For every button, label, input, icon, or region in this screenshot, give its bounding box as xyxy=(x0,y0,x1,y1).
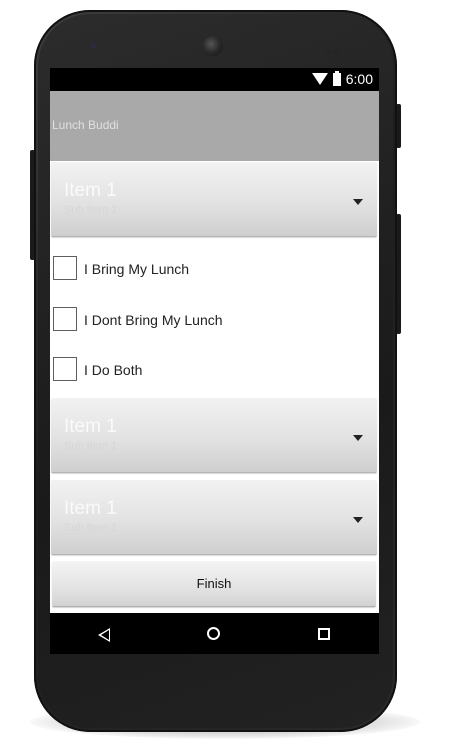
status-time: 6:00 xyxy=(345,71,373,87)
dropdown-arrow-icon xyxy=(353,517,363,523)
dropdown-arrow-icon xyxy=(353,435,363,441)
spinner-1[interactable]: Item 1 Sub Item 1 xyxy=(51,162,377,237)
spinner-sub-item: Sub Item 1 xyxy=(64,440,118,452)
checkbox-label: I Dont Bring My Lunch xyxy=(84,312,223,328)
spinner-sub-item: Sub Item 1 xyxy=(64,204,118,216)
sensor-dots-icon xyxy=(326,41,346,54)
finish-button[interactable]: Finish xyxy=(52,561,376,607)
wifi-icon xyxy=(311,73,328,85)
spinner-selected-item: Item 1 xyxy=(64,498,117,519)
app-title: Lunch Buddi xyxy=(52,118,119,132)
navigation-bar xyxy=(50,613,379,654)
checkbox-dont-bring-lunch[interactable] xyxy=(53,307,77,331)
spinner-2[interactable]: Item 1 Sub Item 1 xyxy=(51,398,377,473)
battery-icon xyxy=(332,70,341,86)
earpiece-speaker-icon xyxy=(203,36,223,56)
checkbox-row-bring-lunch[interactable]: I Bring My Lunch xyxy=(53,256,373,284)
spinner-3[interactable]: Item 1 Sub Item 1 xyxy=(51,480,377,555)
checkbox-label: I Do Both xyxy=(84,362,143,378)
home-icon[interactable] xyxy=(207,627,220,640)
status-icons: 6:00 xyxy=(311,70,373,87)
spinner-selected-item: Item 1 xyxy=(64,180,117,201)
spinner-sub-item: Sub Item 1 xyxy=(64,522,118,534)
back-icon[interactable] xyxy=(98,628,110,642)
spinner-selected-item: Item 1 xyxy=(64,416,117,437)
dropdown-arrow-icon xyxy=(353,199,363,205)
checkbox-bring-lunch[interactable] xyxy=(53,256,77,280)
checkbox-row-dont-bring-lunch[interactable]: I Dont Bring My Lunch xyxy=(53,307,373,335)
app-screen: 6:00 Lunch Buddi Item 1 Sub Item 1 I Bri… xyxy=(50,68,379,654)
checkbox-label: I Bring My Lunch xyxy=(84,261,190,277)
front-camera-icon xyxy=(90,42,97,49)
recents-icon[interactable] xyxy=(318,628,330,640)
checkbox-do-both[interactable] xyxy=(53,357,77,381)
status-bar: 6:00 xyxy=(50,68,379,91)
checkbox-row-do-both[interactable]: I Do Both xyxy=(53,357,373,385)
action-bar: Lunch Buddi xyxy=(50,91,379,161)
